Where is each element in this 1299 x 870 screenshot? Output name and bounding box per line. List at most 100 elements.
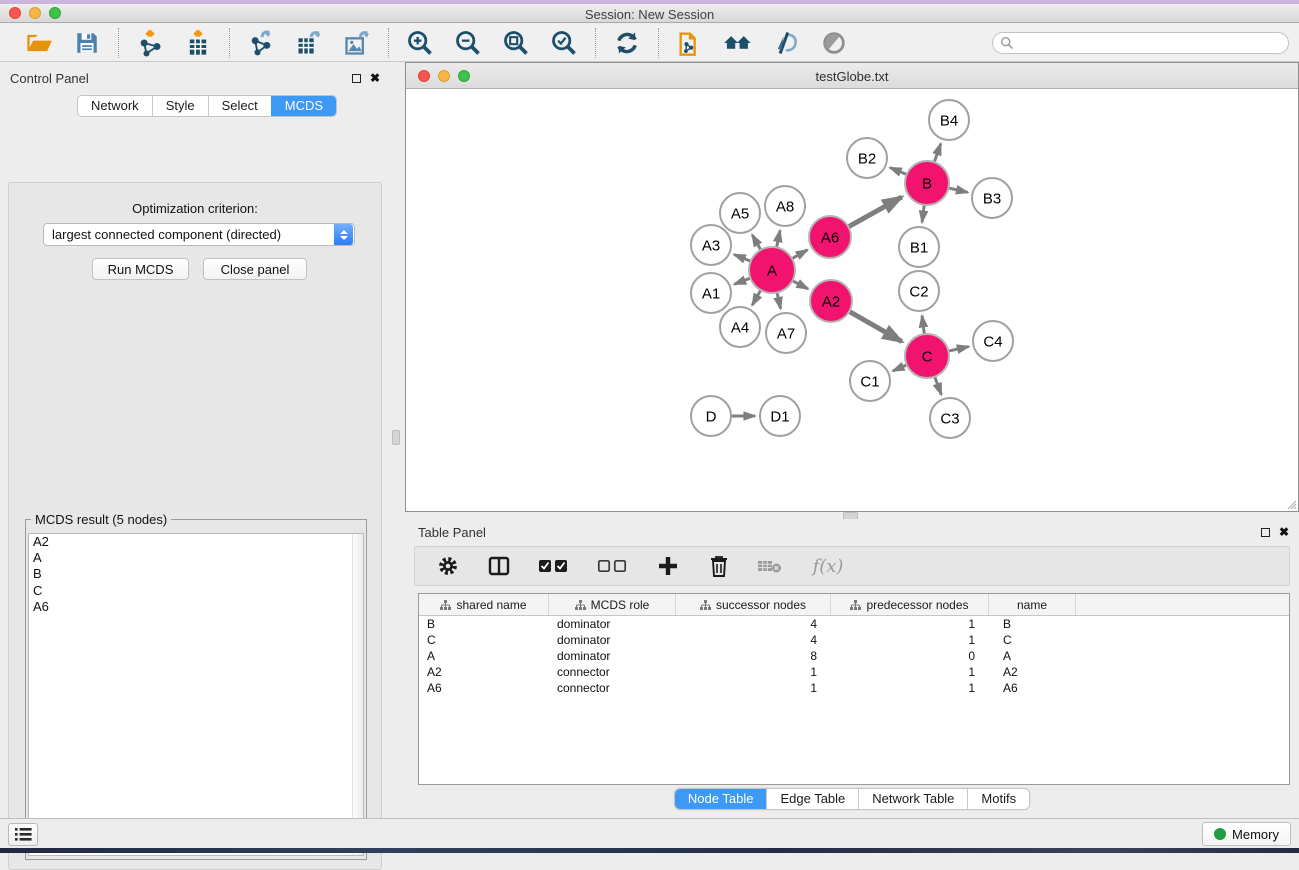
float-panel-icon[interactable] [352, 74, 361, 83]
zoom-selected-button[interactable] [549, 28, 579, 58]
column-header-successor-nodes[interactable]: successor nodes [676, 594, 831, 615]
mcds-result-item[interactable]: A6 [29, 599, 363, 615]
mcds-result-item[interactable]: B [29, 566, 363, 582]
home-button[interactable] [723, 28, 753, 58]
scrollbar-track[interactable] [352, 534, 363, 855]
table-cell[interactable]: 1 [676, 680, 831, 696]
table-cell[interactable]: C [419, 632, 549, 648]
mcds-result-list[interactable]: A2ABCA6 [28, 533, 364, 856]
mcds-result-item[interactable]: A [29, 550, 363, 566]
mcds-result-item[interactable]: A2 [29, 534, 363, 550]
delete-column-button[interactable] [706, 553, 732, 579]
column-header-MCDS-role[interactable]: MCDS role [549, 594, 676, 615]
network-window-titlebar[interactable]: testGlobe.txt [406, 63, 1298, 89]
table-cell[interactable]: 0 [831, 648, 989, 664]
graph-edge-A-A4[interactable] [752, 289, 761, 305]
graph-edge-A-A8[interactable] [776, 230, 780, 248]
graph-edge-C-C2[interactable] [922, 316, 924, 335]
export-network-button[interactable] [246, 28, 276, 58]
table-cell[interactable]: B [989, 616, 1076, 632]
graph-node-B[interactable]: B [905, 161, 949, 205]
table-row[interactable]: Adominator80A [419, 648, 1289, 664]
function-builder-button[interactable]: f(x) [808, 553, 848, 579]
network-document-button[interactable] [675, 28, 705, 58]
zoom-in-button[interactable] [405, 28, 435, 58]
columns-button[interactable] [486, 553, 512, 579]
graph-node-A1[interactable]: A1 [691, 273, 731, 313]
table-cell[interactable]: 4 [676, 616, 831, 632]
graph-node-C3[interactable]: C3 [930, 398, 970, 438]
graph-node-A8[interactable]: A8 [765, 186, 805, 226]
import-table-button[interactable] [183, 28, 213, 58]
graph-edge-B-B1[interactable] [922, 204, 924, 222]
graph-edge-C-C3[interactable] [934, 376, 941, 395]
add-column-button[interactable] [655, 553, 681, 579]
criterion-dropdown[interactable]: largest connected component (directed) [43, 223, 355, 246]
table-cell[interactable]: A [419, 648, 549, 664]
graph-node-C1[interactable]: C1 [850, 361, 890, 401]
settings-gear-button[interactable] [435, 553, 461, 579]
close-panel-icon[interactable]: ✖ [370, 73, 380, 83]
graph-node-A6[interactable]: A6 [809, 216, 851, 258]
graph-node-A7[interactable]: A7 [766, 313, 806, 353]
table-cell[interactable]: B [419, 616, 549, 632]
table-cell[interactable]: dominator [549, 616, 676, 632]
table-cell[interactable]: A6 [419, 680, 549, 696]
close-panel-icon[interactable]: ✖ [1279, 527, 1289, 537]
zoom-out-button[interactable] [453, 28, 483, 58]
graph-node-B1[interactable]: B1 [899, 227, 939, 267]
column-header-shared-name[interactable]: shared name [419, 594, 549, 615]
resize-grip-icon[interactable] [1285, 498, 1297, 510]
tab-edge-table[interactable]: Edge Table [766, 789, 858, 809]
table-cell[interactable]: A2 [989, 664, 1076, 680]
graph-edge-A-A6[interactable] [791, 250, 807, 259]
memory-button[interactable]: Memory [1202, 822, 1291, 846]
delete-table-button[interactable] [757, 553, 783, 579]
tab-style[interactable]: Style [152, 96, 208, 116]
table-cell[interactable]: connector [549, 680, 676, 696]
tab-select[interactable]: Select [208, 96, 271, 116]
table-row[interactable]: A6connector11A6 [419, 680, 1289, 696]
table-row[interactable]: Bdominator41B [419, 616, 1289, 632]
close-panel-button[interactable]: Close panel [203, 258, 307, 280]
table-cell[interactable]: connector [549, 664, 676, 680]
run-mcds-button[interactable]: Run MCDS [92, 258, 189, 280]
graph-edge-C-C4[interactable] [947, 347, 968, 352]
graph-node-C4[interactable]: C4 [973, 321, 1013, 361]
mcds-result-item[interactable]: C [29, 583, 363, 599]
table-cell[interactable]: A [989, 648, 1076, 664]
table-cell[interactable]: 1 [831, 680, 989, 696]
graph-node-B4[interactable]: B4 [929, 100, 969, 140]
graph-node-D1[interactable]: D1 [760, 396, 800, 436]
table-cell[interactable]: 4 [676, 632, 831, 648]
network-canvas[interactable]: B4B2BB3A8A5A6A3B1AA1C2A2A4A7C4CC1C3DD1 [406, 89, 1298, 511]
zoom-fit-button[interactable] [501, 28, 531, 58]
graph-node-C2[interactable]: C2 [899, 271, 939, 311]
table-cell[interactable]: A2 [419, 664, 549, 680]
vertical-splitter-handle[interactable] [392, 430, 400, 445]
open-file-button[interactable] [24, 28, 54, 58]
graph-edge-B-B3[interactable] [947, 188, 967, 193]
graph-edge-A2-C[interactable] [848, 311, 901, 342]
refresh-layout-button[interactable] [612, 28, 642, 58]
graph-edge-A-A5[interactable] [752, 235, 761, 251]
graph-edge-A-A1[interactable] [734, 278, 751, 284]
clear-checkboxes-button[interactable] [596, 553, 630, 579]
export-table-button[interactable] [294, 28, 324, 58]
save-session-button[interactable] [72, 28, 102, 58]
graph-node-A4[interactable]: A4 [720, 307, 760, 347]
graph-node-A2[interactable]: A2 [810, 280, 852, 322]
hide-graphics-button[interactable] [771, 28, 801, 58]
search-input[interactable] [1014, 34, 1288, 52]
graph-edge-C-C1[interactable] [893, 364, 908, 371]
graph-node-A[interactable]: A [749, 247, 795, 293]
graph-edge-A-A3[interactable] [734, 254, 752, 261]
graph-edge-A-A7[interactable] [777, 291, 781, 308]
tab-node-table[interactable]: Node Table [675, 789, 767, 809]
tab-network-table[interactable]: Network Table [858, 789, 967, 809]
column-header-name[interactable]: name [989, 594, 1076, 615]
graph-node-A3[interactable]: A3 [691, 225, 731, 265]
tab-network[interactable]: Network [78, 96, 152, 116]
table-cell[interactable]: C [989, 632, 1076, 648]
table-row[interactable]: A2connector11A2 [419, 664, 1289, 680]
